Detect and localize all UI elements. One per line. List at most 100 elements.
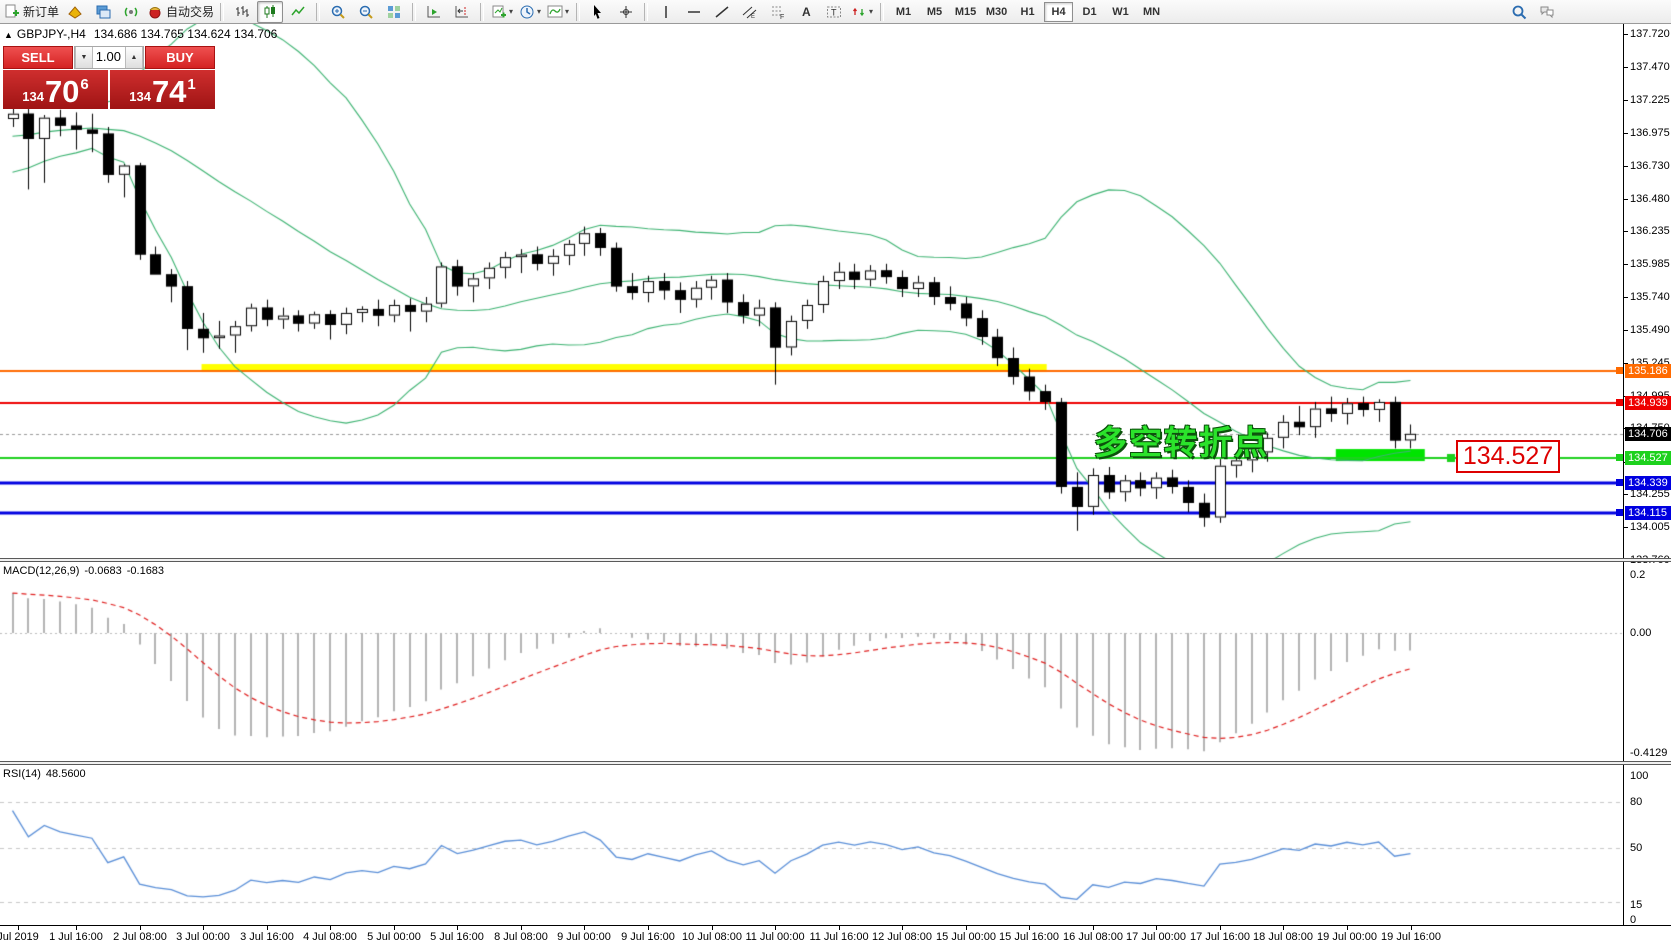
time-axis[interactable]: Jul 2019 1 Jul 16:00 2 Jul 08:00 3 Jul 00:0…	[0, 925, 1671, 949]
new-chart-button[interactable]: ▾	[489, 1, 515, 23]
time-axis-label: 3 Jul 00:00	[176, 931, 230, 943]
main-chart-canvas[interactable]	[0, 24, 1623, 561]
rsi-canvas[interactable]	[0, 766, 1623, 925]
zoom-out-button[interactable]	[353, 1, 379, 23]
trendline-button[interactable]	[709, 1, 735, 23]
price-badge: 134.706	[1625, 427, 1671, 441]
text-button[interactable]: A	[793, 1, 819, 23]
price-tick-label: 135.740	[1630, 291, 1670, 303]
time-tick-mark	[394, 926, 395, 930]
dropdown-arrow-icon[interactable]: ▾	[869, 7, 873, 16]
arrows-button[interactable]: ▾	[849, 1, 875, 23]
timeframe-button-h4[interactable]: H4	[1044, 1, 1074, 22]
toolbar-separator	[644, 2, 649, 21]
timeframe-button-w1[interactable]: W1	[1106, 2, 1135, 22]
period-button[interactable]: ▾	[517, 1, 543, 23]
buy-button[interactable]: BUY	[145, 46, 215, 69]
candlestick-chart-button[interactable]	[257, 0, 284, 23]
market-watch-button[interactable]	[90, 1, 116, 23]
rsi-axis-label: 50	[1630, 842, 1643, 854]
time-axis-label: 18 Jul 08:00	[1253, 931, 1313, 943]
fibonacci-button[interactable]: F	[765, 1, 791, 23]
macd-canvas[interactable]	[0, 562, 1623, 762]
collapse-panel-icon[interactable]: ▲	[4, 30, 13, 40]
time-axis-label: 8 Jul 08:00	[494, 931, 548, 943]
time-axis-label: 12 Jul 08:00	[872, 931, 932, 943]
search-button[interactable]	[1506, 1, 1532, 23]
badge-connector-square	[1616, 454, 1623, 461]
price-axis[interactable]: 137.720 137.470 137.225 136.975 136.730 136.4…	[1624, 24, 1671, 926]
macd-pane-divider[interactable]	[0, 558, 1671, 562]
sell-button[interactable]: SELL	[3, 46, 73, 69]
price-tick-mark	[1624, 527, 1628, 528]
rsi-axis-label: 100	[1630, 770, 1649, 782]
signals-button[interactable]	[118, 1, 144, 23]
time-axis-label: 15 Jul 16:00	[999, 931, 1059, 943]
auto-trading-button[interactable]: 自动交易	[146, 1, 215, 23]
timeframe-button-d1[interactable]: D1	[1075, 2, 1104, 22]
time-axis-label: 10 Jul 08:00	[682, 931, 742, 943]
price-tick-label: 135.985	[1630, 258, 1670, 270]
timeframe-button-m5[interactable]: M5	[920, 2, 949, 22]
price-tick-mark	[1624, 330, 1628, 331]
indicators-icon	[547, 4, 563, 20]
price-tick-mark	[1624, 166, 1628, 167]
auto-scroll-button[interactable]	[421, 1, 447, 23]
bid-price-button[interactable]: 134 70 6	[3, 70, 108, 109]
indicators-button[interactable]: ▾	[545, 1, 571, 23]
dropdown-arrow-icon[interactable]: ▾	[537, 7, 541, 16]
price-tick-mark	[1624, 264, 1628, 265]
timeframe-button-m30[interactable]: M30	[982, 2, 1011, 22]
ask-price-button[interactable]: 134 74 1	[110, 70, 215, 109]
time-axis-label: 3 Jul 16:00	[240, 931, 294, 943]
vertical-line-icon	[658, 4, 674, 20]
time-tick-mark	[839, 926, 840, 930]
price-badge: 135.186	[1625, 364, 1671, 378]
volume-down-button[interactable]: ▼	[75, 47, 93, 68]
cursor-icon	[590, 4, 606, 20]
time-tick-mark	[1029, 926, 1030, 930]
rsi-pane-divider[interactable]	[0, 761, 1671, 765]
time-axis-label: 5 Jul 00:00	[367, 931, 421, 943]
macd-axis-label: 0.00	[1630, 627, 1652, 639]
volume-input[interactable]: 1.00	[93, 47, 125, 68]
price-badge: 134.527	[1625, 451, 1671, 465]
cursor-button[interactable]	[585, 1, 611, 23]
price-tick-mark	[1624, 67, 1628, 68]
text-label-icon: T	[826, 4, 842, 20]
chart-shift-button[interactable]	[449, 1, 475, 23]
zoom-in-button[interactable]	[325, 1, 351, 23]
volume-up-button[interactable]: ▲	[125, 47, 143, 68]
timeframe-button-mn[interactable]: MN	[1137, 2, 1166, 22]
toolbar-separator	[220, 2, 225, 21]
crosshair-button[interactable]	[613, 1, 639, 23]
chat-button[interactable]	[1534, 1, 1560, 23]
toolbar-separator	[480, 2, 485, 21]
zoom-in-icon	[330, 4, 346, 20]
line-chart-button[interactable]	[285, 1, 311, 23]
timeframe-button-m1[interactable]: M1	[889, 2, 918, 22]
chart-shift-icon	[454, 4, 470, 20]
horizontal-line-button[interactable]	[681, 1, 707, 23]
timeframe-button-m15[interactable]: M15	[951, 2, 980, 22]
svg-text:A: A	[802, 5, 811, 19]
bar-chart-button[interactable]	[229, 1, 255, 23]
chart-wizard-button[interactable]	[62, 1, 88, 23]
price-tick-label: 135.490	[1630, 324, 1670, 336]
dropdown-arrow-icon[interactable]: ▾	[509, 7, 513, 16]
time-tick-mark	[203, 926, 204, 930]
ask-pip-digit: 1	[187, 76, 196, 93]
timeframe-button-h1[interactable]: H1	[1013, 2, 1042, 22]
tile-windows-button[interactable]	[381, 1, 407, 23]
new-order-button[interactable]: 新订单	[3, 1, 60, 23]
dropdown-arrow-icon[interactable]: ▾	[565, 7, 569, 16]
chart-annotation-text: 多空转折点	[1094, 424, 1269, 461]
badge-connector-square	[1616, 479, 1623, 486]
text-label-button[interactable]: T	[821, 1, 847, 23]
mt4-window: 新订单 自动交易 ▾ ▾ ▾ E F A T ▾ M1 M5 M15 M30 H1 H4 D1 W1 MN ▲ GBP…	[0, 0, 1671, 949]
price-tick-label: 136.975	[1630, 127, 1670, 139]
vertical-line-button[interactable]	[653, 1, 679, 23]
equidistant-channel-button[interactable]: E	[737, 1, 763, 23]
ask-big-digits: 74	[151, 74, 187, 109]
price-tick-label: 137.225	[1630, 94, 1670, 106]
